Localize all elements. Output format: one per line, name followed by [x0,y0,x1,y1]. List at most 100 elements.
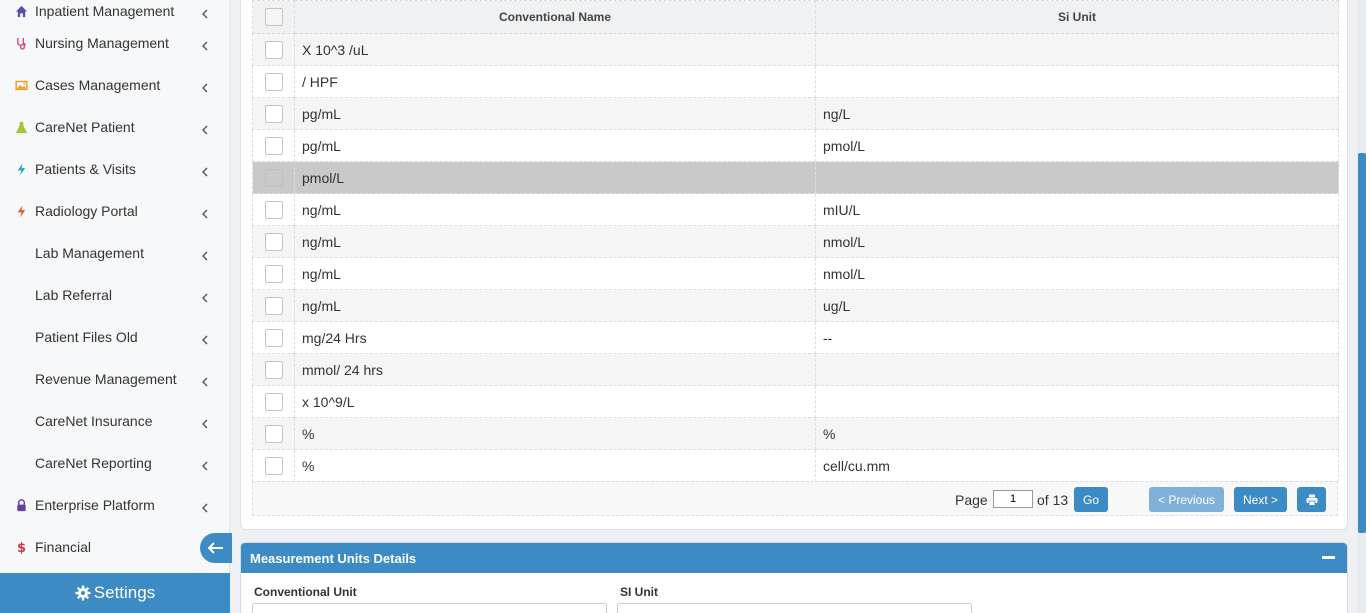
row-checkbox-cell[interactable] [252,225,295,258]
table-row[interactable]: % cell/cu.mm [252,449,1339,482]
row-checkbox[interactable] [264,136,283,155]
row-checkbox-cell[interactable] [252,449,295,482]
table-row[interactable]: ng/mL mIU/L [252,193,1339,226]
row-checkbox[interactable] [264,392,283,411]
si-unit-cell: % [815,417,1339,450]
table-row[interactable]: pg/mL pmol/L [252,129,1339,162]
select-all-checkbox[interactable] [264,8,283,26]
svg-text:$: $ [16,541,25,554]
page-scrollbar-thumb[interactable] [1358,153,1366,533]
flask-icon [14,120,28,134]
previous-page-button[interactable]: < Previous [1149,487,1224,512]
row-checkbox[interactable] [264,360,283,379]
page-number-input[interactable] [993,490,1033,508]
sidebar-item-financial[interactable]: $ Financial [0,526,229,568]
row-checkbox[interactable] [264,104,283,123]
table-row[interactable]: %% [252,417,1339,450]
si-unit-input[interactable] [617,603,972,613]
sidebar-item-carenet-insurance[interactable]: CareNet Insurance [0,400,229,442]
row-checkbox[interactable] [264,296,283,315]
row-checkbox-cell[interactable] [252,65,295,98]
column-header-si-unit[interactable]: Si Unit [815,0,1339,34]
table-row[interactable]: pg/mL ng/L [252,97,1339,130]
row-checkbox-cell[interactable] [252,289,295,322]
icon-spacer [14,372,28,386]
row-checkbox-cell[interactable] [252,417,295,450]
row-checkbox[interactable] [264,40,283,59]
stethoscope-icon [14,36,28,50]
conventional-name-cell: ng/mL [294,193,816,226]
sidebar-item-patient-files-old[interactable]: Patient Files Old [0,316,229,358]
table-row[interactable]: ng/mL ug/L [252,289,1339,322]
row-checkbox[interactable] [264,456,283,475]
sidebar-menu: Inpatient Management Nursing Management Ca… [0,0,229,568]
sidebar-item-label: Revenue Management [35,371,177,387]
sidebar-item-label: Patient Files Old [35,329,138,345]
row-checkbox-cell[interactable] [252,321,295,354]
conventional-name-cell: % [294,417,816,450]
settings-button[interactable]: Settings [0,573,230,613]
sidebar-item-enterprise-platform[interactable]: Enterprise Platform [0,484,229,526]
table-row[interactable]: mmol/ 24 hrs [252,353,1339,386]
sidebar-item-revenue-management[interactable]: Revenue Management [0,358,229,400]
sidebar-item-nursing-management[interactable]: Nursing Management [0,22,229,64]
row-checkbox[interactable] [264,168,283,187]
row-checkbox[interactable] [264,264,283,283]
sidebar-item-label: CareNet Patient [35,119,135,135]
sidebar-item-patients-visits[interactable]: Patients & Visits [0,148,229,190]
sidebar-item-carenet-patient[interactable]: CareNet Patient [0,106,229,148]
sidebar-item-label: Lab Referral [35,287,113,303]
settings-label: Settings [93,583,156,602]
row-checkbox-cell[interactable] [252,257,295,290]
row-checkbox[interactable] [264,200,283,219]
sidebar-item-radiology-portal[interactable]: Radiology Portal [0,190,229,232]
column-header-conventional-name[interactable]: Conventional Name [294,0,816,34]
chevron-left-icon [201,416,209,429]
row-checkbox-cell[interactable] [252,97,295,130]
row-checkbox[interactable] [264,232,283,251]
page-count-label: of 13 [1037,492,1069,508]
page-scrollbar[interactable] [1357,0,1366,613]
row-checkbox[interactable] [264,424,283,443]
table-row[interactable]: ng/mL nmol/L [252,225,1339,258]
conventional-unit-input[interactable] [252,603,607,613]
row-checkbox-cell[interactable] [252,385,295,418]
sidebar-item-inpatient-management[interactable]: Inpatient Management [0,0,229,22]
sidebar-item-carenet-reporting[interactable]: CareNet Reporting [0,442,229,484]
conventional-name-cell: mg/24 Hrs [294,321,816,354]
conventional-name-cell: % [294,449,816,482]
sidebar-item-label: CareNet Insurance [35,413,153,429]
sidebar-item-cases-management[interactable]: Cases Management [0,64,229,106]
table-row[interactable]: ng/mL nmol/L [252,257,1339,290]
collapse-minus-icon[interactable] [1322,556,1335,559]
row-checkbox-cell[interactable] [252,33,295,66]
table-row[interactable]: X 10^3 /uL [252,33,1339,66]
conventional-name-cell: pmol/L [294,161,816,194]
sidebar-item-lab-referral[interactable]: Lab Referral [0,274,229,316]
table-row[interactable]: pmol/L [252,161,1339,194]
chevron-left-icon [201,164,209,177]
sidebar-item-lab-management[interactable]: Lab Management [0,232,229,274]
chevron-left-icon [201,458,209,471]
si-unit-cell: -- [815,321,1339,354]
row-checkbox[interactable] [264,328,283,347]
sidebar-collapse-button[interactable] [200,533,232,563]
print-button[interactable] [1297,487,1326,512]
table-row[interactable]: mg/24 Hrs -- [252,321,1339,354]
row-checkbox-cell[interactable] [252,193,295,226]
sidebar-item-label: Cases Management [35,77,161,93]
go-button[interactable]: Go [1074,487,1108,512]
select-all-cell[interactable] [252,0,295,34]
conventional-name-cell: x 10^9/L [294,385,816,418]
chevron-left-icon [201,6,209,19]
table-row[interactable]: / HPF [252,65,1339,98]
row-checkbox[interactable] [264,72,283,91]
row-checkbox-cell[interactable] [252,129,295,162]
row-checkbox-cell[interactable] [252,161,295,194]
row-checkbox-cell[interactable] [252,353,295,386]
conventional-name-cell: mmol/ 24 hrs [294,353,816,386]
si-unit-cell: nmol/L [815,225,1339,258]
next-page-button[interactable]: Next > [1234,487,1287,512]
lock-icon [14,498,28,512]
table-row[interactable]: x 10^9/L [252,385,1339,418]
